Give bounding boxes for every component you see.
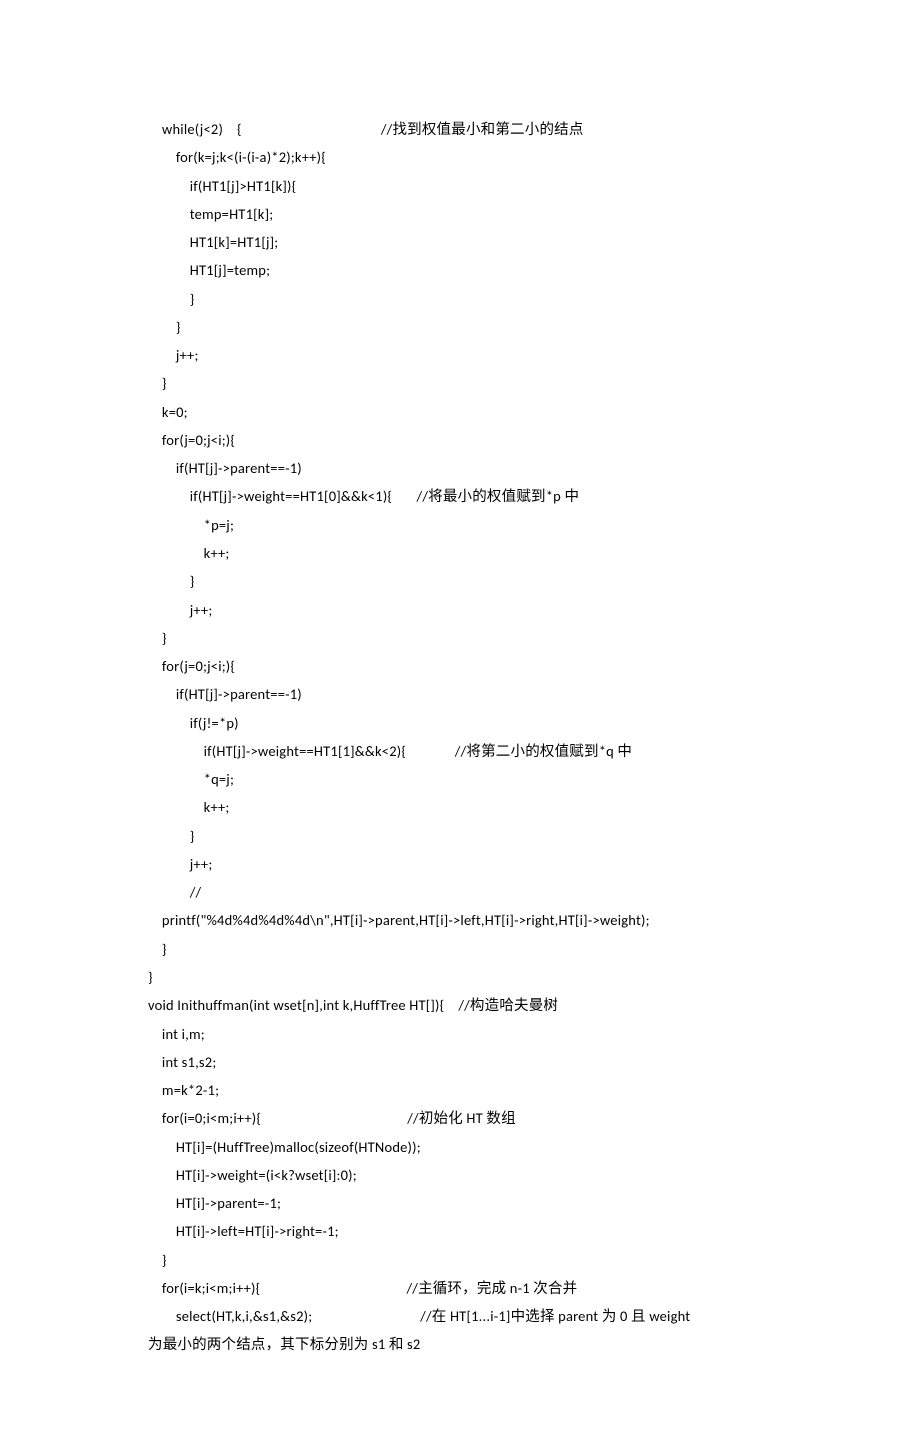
document-page: while(j<2) { //找到权值最小和第二小的结点 for(k=j;k<(… <box>0 0 920 1439</box>
code-line: j++; <box>148 850 782 878</box>
code-line: HT[i]=(HuffTree)malloc(sizeof(HTNode)); <box>148 1133 782 1161</box>
code-line: } <box>148 567 782 595</box>
code-line: for(i=k;i<m;i++){ //主循环，完成 n-1 次合并 <box>148 1274 782 1302</box>
code-line: for(k=j;k<(i-(i-a)*2);k++){ <box>148 143 782 171</box>
code-line: // <box>148 878 782 906</box>
code-line: } <box>148 963 782 991</box>
code-line: if(j!=*p) <box>148 709 782 737</box>
code-line: if(HT[j]->weight==HT1[0]&&k<1){ //将最小的权值… <box>148 482 782 510</box>
code-line: for(i=0;i<m;i++){ //初始化 HT 数组 <box>148 1104 782 1132</box>
code-line: HT1[j]=temp; <box>148 256 782 284</box>
code-line: j++; <box>148 596 782 624</box>
code-line: HT1[k]=HT1[j]; <box>148 228 782 256</box>
code-line: *p=j; <box>148 511 782 539</box>
code-line: if(HT[j]->parent==-1) <box>148 680 782 708</box>
code-line: while(j<2) { //找到权值最小和第二小的结点 <box>148 115 782 143</box>
code-line: } <box>148 285 782 313</box>
code-line: HT[i]->parent=-1; <box>148 1189 782 1217</box>
code-line: *q=j; <box>148 765 782 793</box>
code-line: printf("%4d%4d%4d%4d\n",HT[i]->parent,HT… <box>148 906 782 934</box>
code-line: } <box>148 1246 782 1274</box>
code-line: k=0; <box>148 398 782 426</box>
code-line: HT[i]->weight=(i<k?wset[i]:0); <box>148 1161 782 1189</box>
code-line: if(HT1[j]>HT1[k]){ <box>148 172 782 200</box>
code-line: } <box>148 624 782 652</box>
code-line: } <box>148 935 782 963</box>
code-line: void Inithuffman(int wset[n],int k,HuffT… <box>148 991 782 1019</box>
code-line: m=k*2-1; <box>148 1076 782 1104</box>
code-line: } <box>148 313 782 341</box>
code-line: k++; <box>148 539 782 567</box>
code-line: temp=HT1[k]; <box>148 200 782 228</box>
code-line: } <box>148 822 782 850</box>
code-line: int i,m; <box>148 1020 782 1048</box>
code-line: for(j=0;j<i;){ <box>148 652 782 680</box>
code-line: if(HT[j]->weight==HT1[1]&&k<2){ //将第二小的权… <box>148 737 782 765</box>
code-line: k++; <box>148 793 782 821</box>
code-line: j++; <box>148 341 782 369</box>
code-line: for(j=0;j<i;){ <box>148 426 782 454</box>
code-line: } <box>148 369 782 397</box>
code-line: select(HT,k,i,&s1,&s2); //在 HT[1...i-1]中… <box>148 1302 782 1330</box>
code-line: HT[i]->left=HT[i]->right=-1; <box>148 1217 782 1245</box>
code-line: 为最小的两个结点，其下标分别为 s1 和 s2 <box>148 1330 782 1358</box>
code-line: int s1,s2; <box>148 1048 782 1076</box>
code-line: if(HT[j]->parent==-1) <box>148 454 782 482</box>
